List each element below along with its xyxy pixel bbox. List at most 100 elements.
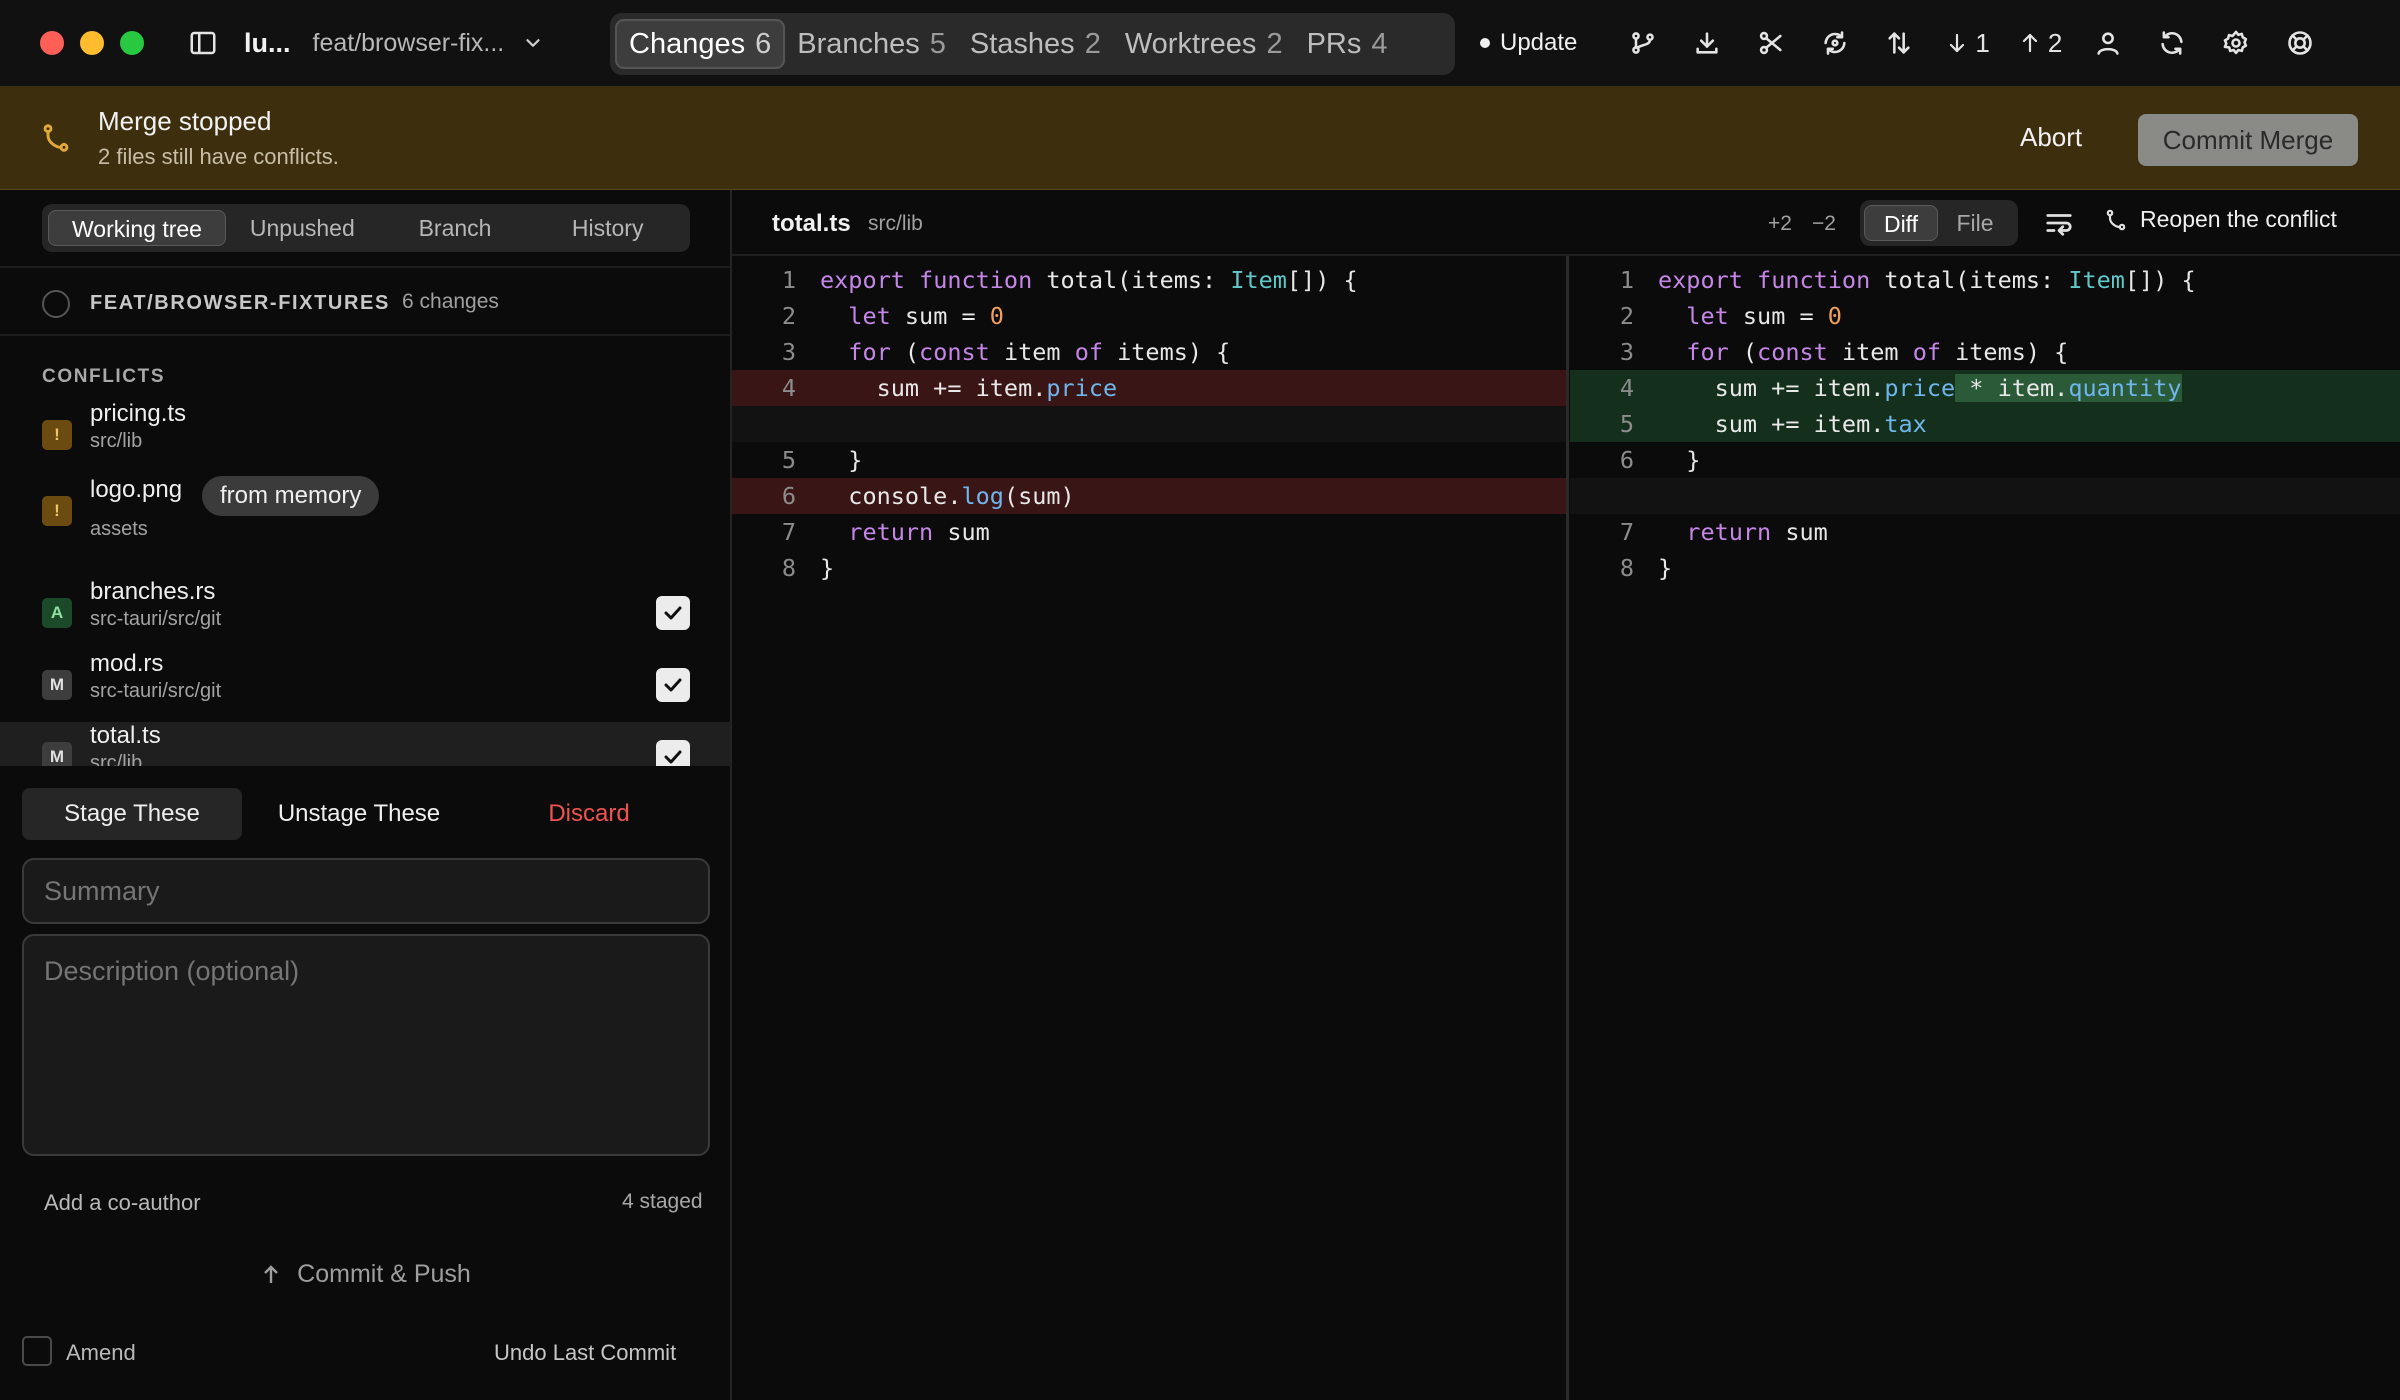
- download-icon[interactable]: [1675, 0, 1739, 86]
- filler-line: [732, 406, 1568, 442]
- pane-divider[interactable]: [1566, 256, 1569, 1400]
- code-line: 1 export function total(items: Item[]) {: [732, 262, 1568, 298]
- file-name: mod.rs: [90, 650, 164, 677]
- maximize-window-button[interactable]: [120, 31, 144, 55]
- sync-history-icon[interactable]: [1803, 0, 1867, 86]
- line-number: 6: [1619, 446, 1634, 474]
- code-text: sum += item.tax: [1658, 410, 1927, 438]
- minimize-window-button[interactable]: [80, 31, 104, 55]
- commit-merge-button[interactable]: Commit Merge: [2138, 114, 2358, 166]
- user-icon[interactable]: [2076, 0, 2140, 86]
- file-item-mod[interactable]: M mod.rs src-tauri/src/git: [0, 650, 730, 722]
- deleted-line: 6 console.log(sum): [732, 478, 1568, 514]
- file-path: src/lib: [90, 752, 143, 766]
- code-text: }: [1658, 446, 1701, 474]
- segment-working-tree[interactable]: Working tree: [48, 210, 226, 246]
- file-item-branches[interactable]: A branches.rs src-tauri/src/git: [0, 578, 730, 650]
- reopen-conflict-button[interactable]: Reopen the conflict: [2104, 206, 2337, 233]
- line-number: 8: [1619, 554, 1634, 582]
- tab-count: 4: [1371, 27, 1388, 60]
- select-all-checkbox[interactable]: [42, 290, 70, 318]
- tab-label: Worktrees: [1124, 27, 1257, 60]
- code-text: for (const item of items) {: [848, 338, 1231, 366]
- tab-branches[interactable]: Branches 5: [785, 19, 958, 69]
- help-lifebuoy-icon[interactable]: [2268, 0, 2332, 86]
- gear-icon[interactable]: [2204, 0, 2268, 86]
- view-diff-option[interactable]: Diff: [1864, 205, 1938, 241]
- selection-actions: Stage These Unstage These Discard: [22, 788, 712, 840]
- segment-history[interactable]: History: [531, 210, 684, 246]
- discard-button[interactable]: Discard: [476, 788, 702, 840]
- code-line: 1 export function total(items: Item[]) {: [1570, 262, 2400, 298]
- code-text: let sum = 0: [1686, 302, 1842, 330]
- modified-badge-icon: M: [42, 670, 72, 700]
- line-number: 7: [781, 518, 796, 546]
- file-item-pricing[interactable]: ! pricing.ts src/lib: [0, 400, 730, 472]
- code-text: export function total(items: Item[]) {: [1658, 266, 2196, 294]
- tab-worktrees[interactable]: Worktrees 2: [1113, 19, 1295, 69]
- wrap-lines-icon[interactable]: [2044, 208, 2074, 243]
- repo-name[interactable]: lu...: [244, 28, 291, 59]
- branch-icon[interactable]: [1611, 0, 1675, 86]
- file-item-logo[interactable]: ! logo.png from memory assets: [0, 472, 730, 552]
- description-field[interactable]: [22, 934, 710, 1156]
- close-window-button[interactable]: [40, 31, 64, 55]
- code-text: let sum = 0: [848, 302, 1004, 330]
- tab-label: Stashes: [969, 27, 1075, 60]
- code-line: 7 return sum: [1570, 514, 2400, 550]
- diff-pane-original[interactable]: 1 export function total(items: Item[]) { …: [732, 256, 1568, 1400]
- swap-arrows-icon[interactable]: [1867, 0, 1931, 86]
- stage-checkbox[interactable]: [656, 740, 690, 766]
- file-name: total.ts: [90, 722, 161, 749]
- diff-pane-modified[interactable]: 1 export function total(items: Item[]) { …: [1570, 256, 2400, 1400]
- branch-label: FEAT/BROWSER-FIXTURES: [90, 292, 390, 314]
- stage-checkbox[interactable]: [656, 596, 690, 630]
- push-button[interactable]: 2: [2004, 0, 2076, 86]
- add-coauthor-link[interactable]: Add a co-author: [44, 1190, 201, 1216]
- code-text: }: [820, 554, 835, 582]
- stage-button[interactable]: Stage These: [22, 788, 242, 840]
- code-line: 2 let sum = 0: [732, 298, 1568, 334]
- code-text: console.log(sum): [820, 482, 1075, 510]
- commit-push-button[interactable]: Commit & Push: [0, 1260, 730, 1289]
- tab-changes[interactable]: Changes 6: [615, 19, 786, 69]
- banner-subtitle: 2 files still have conflicts.: [98, 144, 339, 169]
- file-name: logo.png: [90, 476, 183, 503]
- chevron-down-icon[interactable]: [522, 32, 544, 54]
- from-memory-badge: from memory: [202, 476, 380, 516]
- toggle-sidebar-icon[interactable]: [188, 0, 222, 86]
- undo-last-commit-button[interactable]: Undo Last Commit: [494, 1340, 676, 1366]
- tab-stashes[interactable]: Stashes 2: [958, 19, 1113, 69]
- line-number: 4: [781, 374, 796, 402]
- tab-count: 5: [929, 27, 946, 60]
- file-item-total[interactable]: M total.ts src/lib: [0, 722, 730, 766]
- refresh-icon[interactable]: [2140, 0, 2204, 86]
- diff-view-toggle: Diff File: [1860, 200, 2018, 246]
- abort-button[interactable]: Abort: [2020, 122, 2082, 153]
- line-number: 5: [1619, 410, 1634, 438]
- line-number: 7: [1619, 518, 1634, 546]
- conflict-badge-icon: !: [42, 496, 72, 526]
- line-number: 1: [1619, 266, 1634, 294]
- unstage-button[interactable]: Unstage These: [242, 788, 476, 840]
- view-file-option[interactable]: File: [1938, 205, 2012, 241]
- line-number: 4: [1619, 374, 1634, 402]
- tab-prs[interactable]: PRs 4: [1295, 19, 1400, 69]
- current-branch[interactable]: feat/browser-fix...: [313, 29, 505, 58]
- update-button[interactable]: Update: [1480, 29, 1577, 57]
- pull-button[interactable]: 1: [1931, 0, 2003, 86]
- file-list[interactable]: ! pricing.ts src/lib ! logo.png from mem…: [0, 400, 730, 766]
- summary-input[interactable]: [22, 858, 710, 924]
- segment-unpushed[interactable]: Unpushed: [226, 210, 379, 246]
- code-text: }: [820, 446, 863, 474]
- scissors-icon[interactable]: [1739, 0, 1803, 86]
- line-number: 5: [781, 446, 796, 474]
- merge-icon: [40, 122, 72, 159]
- view-segmented-control: Working tree Unpushed Branch History: [42, 204, 690, 252]
- diff-file-path: src/lib: [868, 212, 923, 235]
- stage-checkbox[interactable]: [656, 668, 690, 702]
- tab-count: 6: [755, 27, 772, 60]
- segment-branch[interactable]: Branch: [379, 210, 532, 246]
- amend-checkbox[interactable]: [22, 1336, 52, 1366]
- changes-sidebar: Working tree Unpushed Branch History FEA…: [0, 190, 732, 1400]
